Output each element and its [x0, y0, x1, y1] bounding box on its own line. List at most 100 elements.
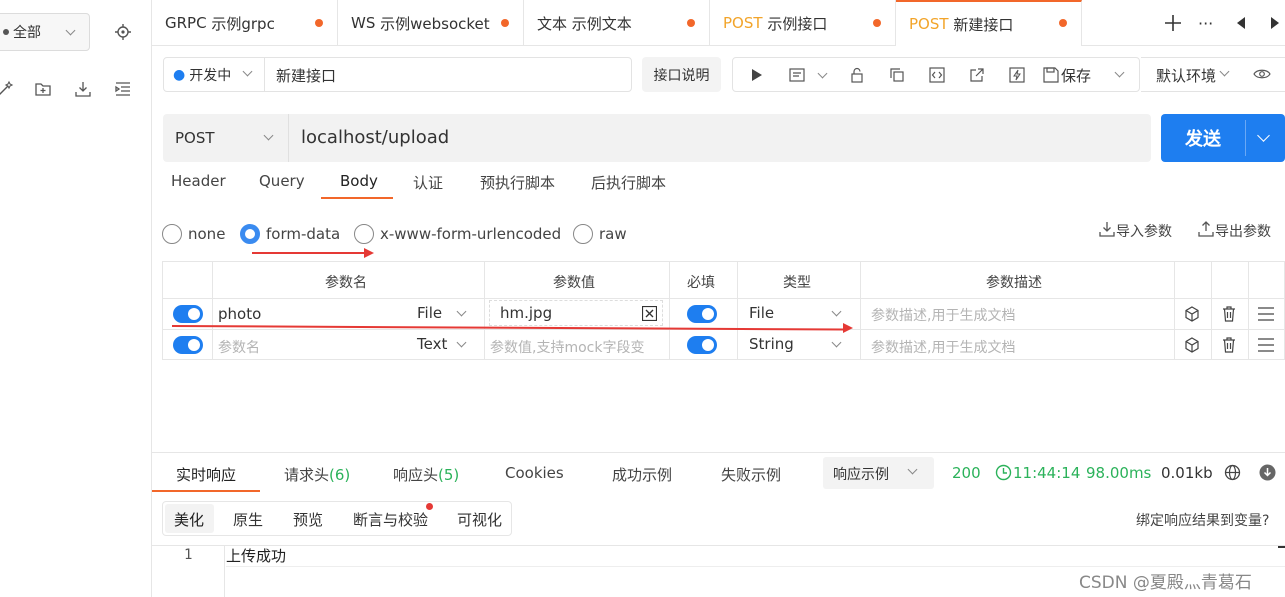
param-type-select[interactable]: File	[749, 304, 774, 322]
subtab-post-script[interactable]: 后执行脚本	[591, 172, 666, 193]
tab-live-response[interactable]: 实时响应	[176, 464, 236, 485]
magic-icon[interactable]	[0, 80, 14, 98]
copy-icon[interactable]	[889, 67, 905, 83]
radio-urlencoded[interactable]	[354, 224, 374, 244]
delete-icon[interactable]	[1221, 337, 1237, 353]
radio-raw[interactable]	[573, 224, 593, 244]
response-duration: 98.00ms	[1086, 464, 1152, 482]
view-tab-assertions[interactable]: 断言与校验	[353, 509, 428, 530]
target-icon[interactable]	[114, 23, 132, 41]
view-tab-preview[interactable]: 预览	[293, 509, 323, 530]
divider	[226, 566, 1285, 567]
tab-fail-example[interactable]: 失败示例	[721, 464, 781, 485]
divider	[860, 262, 861, 360]
subtab-pre-script[interactable]: 预执行脚本	[480, 172, 555, 193]
send-options-icon[interactable]	[1257, 129, 1270, 142]
save-icon[interactable]	[1043, 67, 1059, 83]
tab-grpc[interactable]: GRPC 示例grpc	[152, 0, 338, 46]
env-select[interactable]: 默认环境	[1156, 65, 1216, 86]
row-enabled-toggle[interactable]	[173, 305, 203, 323]
param-name-input[interactable]: photo	[218, 305, 261, 323]
column-header: 参数描述	[986, 275, 1042, 291]
import-icon[interactable]	[1099, 221, 1115, 237]
param-name-input[interactable]: 参数名	[218, 337, 260, 357]
view-tab-raw[interactable]: 原生	[233, 509, 263, 530]
radio-none[interactable]	[162, 224, 182, 244]
value-type-select[interactable]: File	[417, 304, 442, 322]
param-desc-input[interactable]: 参数描述,用于生成文档	[871, 305, 1015, 325]
prev-tab-icon[interactable]	[1237, 17, 1247, 29]
tab-request-headers[interactable]: 请求头(6)	[284, 464, 350, 485]
radio-form-data[interactable]	[240, 224, 260, 244]
tab-method: POST	[723, 14, 763, 32]
view-tab-visualize[interactable]: 可视化	[457, 509, 502, 530]
param-value-input[interactable]: 参数值,支持mock字段变	[490, 337, 644, 357]
param-desc-input[interactable]: 参数描述,用于生成文档	[871, 337, 1015, 357]
scope-select[interactable]: 全部	[0, 13, 90, 51]
preview-icon[interactable]	[789, 67, 805, 83]
subtab-body[interactable]: Body	[340, 172, 378, 190]
required-toggle[interactable]	[687, 305, 717, 323]
value-type-select[interactable]: Text	[417, 335, 447, 353]
radio-label: x-www-form-urlencoded	[380, 225, 562, 243]
api-doc-button[interactable]: 接口说明	[642, 57, 721, 92]
subtab-auth[interactable]: 认证	[413, 172, 443, 193]
tab-text[interactable]: 文本 示例文本	[524, 0, 710, 46]
tab-cookies[interactable]: Cookies	[505, 464, 564, 482]
required-toggle[interactable]	[687, 336, 717, 354]
import-params-button[interactable]: 导入参数	[1116, 221, 1172, 241]
code-icon[interactable]	[929, 67, 945, 83]
lock-icon[interactable]	[849, 67, 865, 83]
subtab-query[interactable]: Query	[259, 172, 305, 190]
tab-label: 请求头	[284, 466, 330, 484]
chevron-down-icon[interactable]	[1114, 67, 1125, 78]
new-folder-icon[interactable]	[34, 80, 52, 98]
outline-icon[interactable]	[114, 80, 132, 98]
delete-icon[interactable]	[1221, 306, 1237, 322]
chevron-down-icon[interactable]	[817, 68, 828, 79]
clear-file-icon[interactable]	[642, 306, 657, 321]
share-icon[interactable]	[969, 67, 985, 83]
chevron-down-icon	[907, 464, 918, 475]
subtab-header[interactable]: Header	[171, 172, 226, 190]
tab-new-api[interactable]: POST 新建接口	[896, 0, 1082, 46]
param-type-select[interactable]: String	[749, 335, 794, 353]
row-enabled-toggle[interactable]	[173, 336, 203, 354]
watermark: CSDN @夏殿灬青葛石	[1079, 573, 1252, 593]
chevron-down-icon	[242, 66, 253, 77]
tab-success-example[interactable]: 成功示例	[612, 464, 672, 485]
send-button[interactable]: 发送	[1161, 114, 1245, 162]
tab-example-api[interactable]: POST 示例接口	[710, 0, 896, 46]
file-name: hm.jpg	[500, 304, 553, 322]
url-input[interactable]: localhost/upload	[301, 127, 449, 148]
save-button[interactable]: 保存	[1061, 65, 1091, 86]
api-name-input[interactable]: 新建接口	[276, 65, 336, 86]
bind-result-link[interactable]: 绑定响应结果到变量?	[1136, 510, 1269, 530]
example-select[interactable]: 响应示例	[823, 457, 934, 489]
tab-websocket[interactable]: WS 示例websocket	[338, 0, 524, 46]
mock-icon[interactable]	[1184, 306, 1200, 322]
status-select[interactable]: ● 开发中	[164, 58, 265, 91]
tab-response-headers[interactable]: 响应头(5)	[393, 464, 459, 485]
globe-icon[interactable]	[1224, 464, 1241, 481]
import-icon[interactable]	[74, 80, 92, 98]
divider	[1245, 120, 1246, 156]
add-tab-icon[interactable]	[1163, 13, 1183, 33]
flash-icon[interactable]	[1009, 67, 1025, 83]
export-params-button[interactable]: 导出参数	[1215, 221, 1271, 241]
drag-handle-icon[interactable]	[1257, 337, 1275, 353]
export-icon[interactable]	[1198, 221, 1214, 237]
chevron-down-icon	[831, 337, 842, 348]
download-icon[interactable]	[1259, 464, 1276, 481]
column-header: 类型	[783, 275, 811, 291]
run-icon[interactable]	[751, 68, 763, 82]
more-icon[interactable]: ···	[1198, 14, 1213, 33]
file-value[interactable]: hm.jpg	[489, 300, 663, 326]
view-tab-pretty[interactable]: 美化	[174, 509, 204, 530]
next-tab-icon[interactable]	[1269, 17, 1279, 29]
annotation-arrowhead	[843, 323, 853, 333]
eye-icon[interactable]	[1253, 66, 1271, 82]
method-select[interactable]: POST	[163, 114, 289, 162]
mock-icon[interactable]	[1184, 337, 1200, 353]
drag-handle-icon[interactable]	[1257, 306, 1275, 322]
